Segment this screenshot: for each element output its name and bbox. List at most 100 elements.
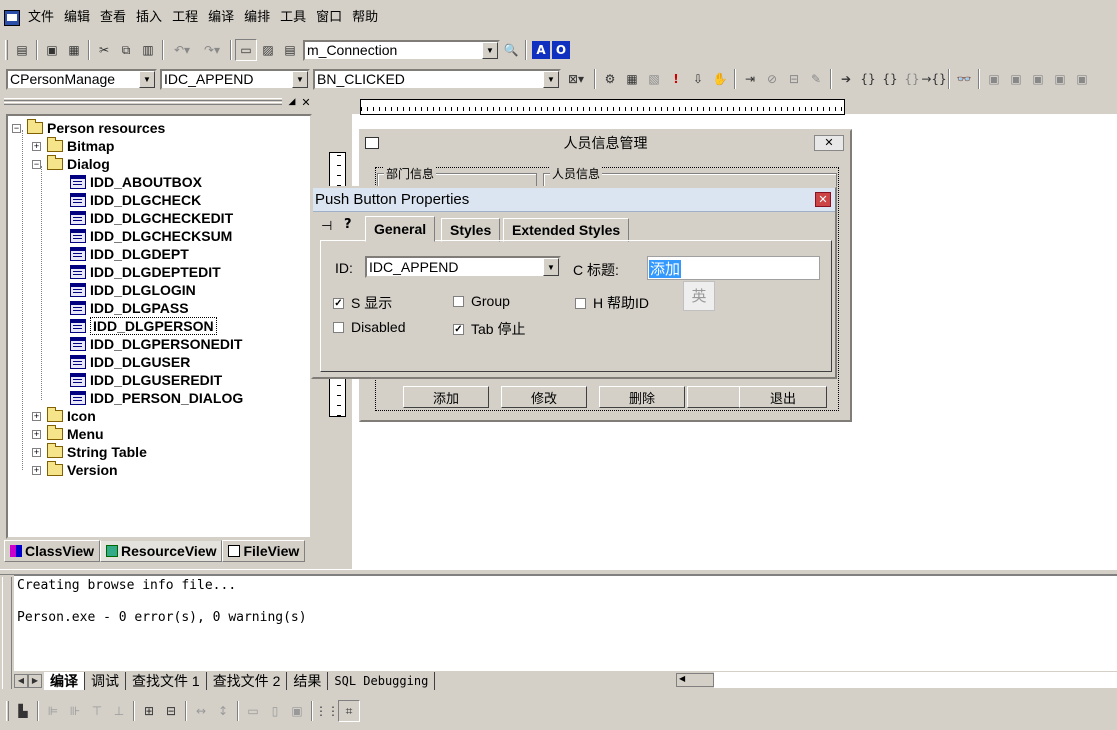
restart-icon[interactable]: ⇥ xyxy=(739,68,761,90)
tab-sql-debugging[interactable]: SQL Debugging xyxy=(328,671,436,690)
tree-item-dialog-selected[interactable]: IDD_DLGPERSON xyxy=(70,317,217,335)
menu-window[interactable]: 窗口 xyxy=(311,8,347,28)
output-hscroll-track[interactable] xyxy=(714,672,1117,688)
apply-changes-icon[interactable]: ✎ xyxy=(805,68,827,90)
wizard-action-icon[interactable]: ⊠▾ xyxy=(561,68,591,90)
tab-build[interactable]: 编译 xyxy=(44,671,85,690)
align-left-icon[interactable]: ⊫ xyxy=(42,700,64,722)
help-icon[interactable]: ? xyxy=(344,217,352,232)
group-checkbox[interactable]: Group xyxy=(453,293,510,309)
close-panel-icon[interactable]: ✕ xyxy=(300,97,312,109)
expand-icon[interactable]: + xyxy=(32,429,41,439)
members-combo[interactable]: BN_CLICKED ▼ xyxy=(313,68,561,90)
checkbox-checked[interactable]: ✓ xyxy=(333,297,344,309)
output-window-icon[interactable]: ▨ xyxy=(257,39,279,61)
tree-folder-dialog[interactable]: − Dialog xyxy=(32,155,110,173)
tab-results[interactable]: 结果 xyxy=(287,671,329,690)
copy-icon[interactable]: ⧉ xyxy=(115,39,137,61)
toolbar-grip[interactable] xyxy=(5,40,8,60)
step-into-icon[interactable]: {} xyxy=(857,68,879,90)
tree-item-dialog[interactable]: IDD_PERSON_DIALOG xyxy=(70,389,243,407)
cut-icon[interactable]: ✂ xyxy=(93,39,115,61)
tab-find-in-files-1[interactable]: 查找文件 1 xyxy=(126,671,207,690)
center-horizontal-icon[interactable]: ⊟ xyxy=(160,700,182,722)
watch-icon[interactable]: ▣ xyxy=(983,68,1005,90)
new-file-icon[interactable]: ▤ xyxy=(11,39,33,61)
exit-button[interactable]: 退出 xyxy=(739,386,827,408)
quickwatch-icon[interactable]: 👓 xyxy=(953,68,975,90)
make-same-width-icon[interactable]: ▭ xyxy=(242,700,264,722)
scroll-right-icon[interactable]: ▶ xyxy=(28,673,42,688)
tree-item-dialog[interactable]: IDD_DLGUSER xyxy=(70,353,190,371)
checkbox-unchecked[interactable] xyxy=(453,295,464,307)
show-next-icon[interactable]: ➔ xyxy=(835,68,857,90)
tree-item-dialog[interactable]: IDD_DLGDEPT xyxy=(70,245,189,263)
font-o-icon[interactable]: O xyxy=(552,41,570,59)
align-top-icon[interactable]: ⊤ xyxy=(86,700,108,722)
tree-item-dialog[interactable]: IDD_ABOUTBOX xyxy=(70,173,202,191)
chevron-down-icon[interactable]: ▼ xyxy=(482,41,498,59)
toggle-grid-icon[interactable]: ⋮⋮ xyxy=(315,700,339,722)
visible-checkbox[interactable]: ✓ S 显示 xyxy=(333,293,392,313)
delete-button[interactable]: 删除 xyxy=(599,386,685,408)
menu-file[interactable]: 文件 xyxy=(23,8,59,28)
undo-icon[interactable]: ↶▾ xyxy=(167,39,197,61)
step-out-icon[interactable]: {} xyxy=(901,68,923,90)
center-vertical-icon[interactable]: ⊞ xyxy=(138,700,160,722)
class-combo[interactable]: CPersonManage ▼ xyxy=(6,68,157,90)
paste-icon[interactable]: ▥ xyxy=(137,39,159,61)
call-stack-icon[interactable]: ▣ xyxy=(1071,68,1093,90)
tabstop-checkbox[interactable]: ✓ Tab 停止 xyxy=(453,319,525,339)
chevron-down-icon[interactable]: ▼ xyxy=(543,258,559,276)
menu-layout[interactable]: 编排 xyxy=(239,8,275,28)
step-over-icon[interactable]: {} xyxy=(879,68,901,90)
tab-classview[interactable]: ClassView xyxy=(4,540,101,562)
font-a-icon[interactable]: A xyxy=(532,41,550,59)
align-right-icon[interactable]: ⊪ xyxy=(64,700,86,722)
redo-icon[interactable]: ↷▾ xyxy=(197,39,227,61)
modify-button[interactable]: 修改 xyxy=(501,386,587,408)
tab-find-in-files-2[interactable]: 查找文件 2 xyxy=(207,671,288,690)
resource-tree[interactable]: − Person resources + Bitmap − Dialog IDD… xyxy=(6,114,312,539)
make-same-size-icon[interactable]: ▣ xyxy=(286,700,308,722)
tree-item-dialog[interactable]: IDD_DLGCHECK xyxy=(70,191,201,209)
menu-edit[interactable]: 编辑 xyxy=(59,8,95,28)
tree-folder-menu[interactable]: + Menu xyxy=(32,425,104,443)
help-id-checkbox[interactable]: H 帮助ID xyxy=(575,293,649,313)
horizontal-ruler[interactable] xyxy=(360,99,845,115)
output-hscroll[interactable]: ◀ xyxy=(676,673,714,687)
toolbar-grip[interactable] xyxy=(6,701,9,721)
tree-folder-string-table[interactable]: + String Table xyxy=(32,443,147,461)
toggle-guides-icon[interactable]: ⌗ xyxy=(338,700,360,722)
registers-icon[interactable]: ▣ xyxy=(1027,68,1049,90)
menu-build[interactable]: 编译 xyxy=(203,8,239,28)
collapse-icon[interactable]: − xyxy=(32,159,41,169)
execute-icon[interactable]: ! xyxy=(665,68,687,90)
maximize-panel-icon[interactable]: ◢ xyxy=(286,97,298,109)
tab-general[interactable]: General xyxy=(365,216,436,242)
find-in-files-icon[interactable]: 🔍 xyxy=(500,39,522,61)
tree-folder-icon[interactable]: + Icon xyxy=(32,407,96,425)
break-icon[interactable]: ⊟ xyxy=(783,68,805,90)
tab-resourceview[interactable]: ResourceView xyxy=(100,540,223,562)
run-to-cursor-icon[interactable]: →{} xyxy=(921,68,946,90)
caption-input[interactable]: 添加 xyxy=(647,256,820,280)
make-same-height-icon[interactable]: ▯ xyxy=(264,700,286,722)
align-bottom-icon[interactable]: ⊥ xyxy=(108,700,130,722)
chevron-down-icon[interactable]: ▼ xyxy=(543,70,559,88)
memory-icon[interactable]: ▣ xyxy=(1049,68,1071,90)
expand-icon[interactable]: + xyxy=(32,141,41,151)
tree-item-dialog[interactable]: IDD_DLGPASS xyxy=(70,299,189,317)
test-dialog-icon[interactable]: ▙ xyxy=(12,700,34,722)
panel-gripper[interactable] xyxy=(4,98,282,101)
tree-item-dialog[interactable]: IDD_DLGUSEREDIT xyxy=(70,371,222,389)
checkbox-checked[interactable]: ✓ xyxy=(453,323,464,335)
variables-icon[interactable]: ▣ xyxy=(1005,68,1027,90)
go-icon[interactable]: ⇩ xyxy=(687,68,709,90)
app-icon[interactable] xyxy=(4,10,20,26)
build-icon[interactable]: ▦ xyxy=(621,68,643,90)
menu-tools[interactable]: 工具 xyxy=(275,8,311,28)
window-list-icon[interactable]: ▤ xyxy=(279,39,301,61)
find-combo[interactable]: m_Connection ▼ xyxy=(303,39,500,61)
expand-icon[interactable]: + xyxy=(32,447,41,457)
